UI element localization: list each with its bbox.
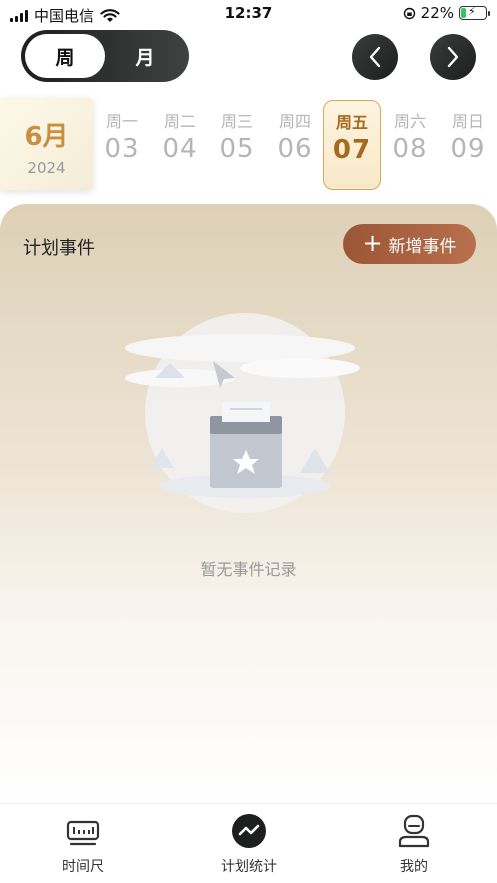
day-tuesday[interactable]: 周二 04: [151, 100, 209, 190]
weekday-label: 周二: [163, 112, 196, 131]
add-event-label: 新增事件: [388, 236, 457, 257]
date-number: 06: [277, 134, 313, 164]
day-wednesday[interactable]: 周三 05: [208, 100, 266, 190]
weekday-label: 周一: [105, 112, 138, 131]
events-title: 计划事件: [23, 238, 95, 259]
next-week-button[interactable]: [430, 34, 476, 80]
date-number: 07: [332, 135, 372, 165]
plus-icon: +: [362, 229, 383, 257]
bottom-tab-bar: 时间尺 计划统计 我的: [0, 803, 497, 883]
chevron-right-icon: [447, 46, 459, 68]
month-year-card[interactable]: 6月 2024: [0, 98, 93, 190]
day-sunday[interactable]: 周日 09: [439, 100, 497, 190]
weekday-label: 周日: [451, 112, 484, 131]
month-label: 6月: [24, 122, 69, 152]
status-right: 22% ⚡: [403, 4, 490, 22]
battery-icon: ⚡: [459, 5, 490, 20]
tab-label: 计划统计: [221, 859, 277, 875]
day-thursday[interactable]: 周四 06: [266, 100, 324, 190]
chevron-left-icon: [369, 46, 381, 68]
weekday-label: 周四: [278, 112, 311, 131]
day-friday-selected[interactable]: 周五 07: [323, 100, 381, 190]
tab-mine[interactable]: 我的: [354, 804, 474, 883]
empty-box-illustration: [125, 313, 360, 513]
date-number: 08: [392, 134, 428, 164]
add-event-button[interactable]: + 新增事件: [343, 224, 476, 264]
profile-icon: [398, 814, 430, 848]
previous-week-button[interactable]: [352, 34, 398, 80]
tab-label: 时间尺: [62, 859, 104, 875]
date-number: 03: [104, 134, 140, 164]
status-bar: 中国电信 12:37 22% ⚡: [0, 0, 497, 28]
weekday-label: 周三: [220, 112, 253, 131]
rotation-lock-icon: [403, 7, 415, 19]
empty-state-text: 暂无事件记录: [200, 560, 297, 579]
date-number: 09: [450, 134, 486, 164]
weekday-label: 周六: [393, 112, 426, 131]
tab-timeline[interactable]: 时间尺: [23, 804, 143, 883]
date-number: 04: [162, 134, 198, 164]
events-panel: 计划事件 + 新增事件 暂无事件记录: [0, 204, 497, 804]
ruler-icon: [66, 820, 100, 846]
trend-icon: [232, 814, 266, 848]
battery-percent: 22%: [420, 4, 454, 22]
charging-icon: ⚡: [468, 5, 476, 18]
month-view-button[interactable]: 月: [105, 34, 185, 78]
weekday-label: 周五: [335, 113, 368, 132]
view-toggle: 周 月: [21, 30, 189, 82]
date-number: 05: [219, 134, 255, 164]
tab-plan-stats[interactable]: 计划统计: [189, 804, 309, 883]
tab-label: 我的: [400, 859, 428, 875]
week-view-button[interactable]: 周: [25, 34, 105, 78]
day-saturday[interactable]: 周六 08: [381, 100, 439, 190]
year-label: 2024: [27, 159, 66, 177]
day-monday[interactable]: 周一 03: [93, 100, 151, 190]
